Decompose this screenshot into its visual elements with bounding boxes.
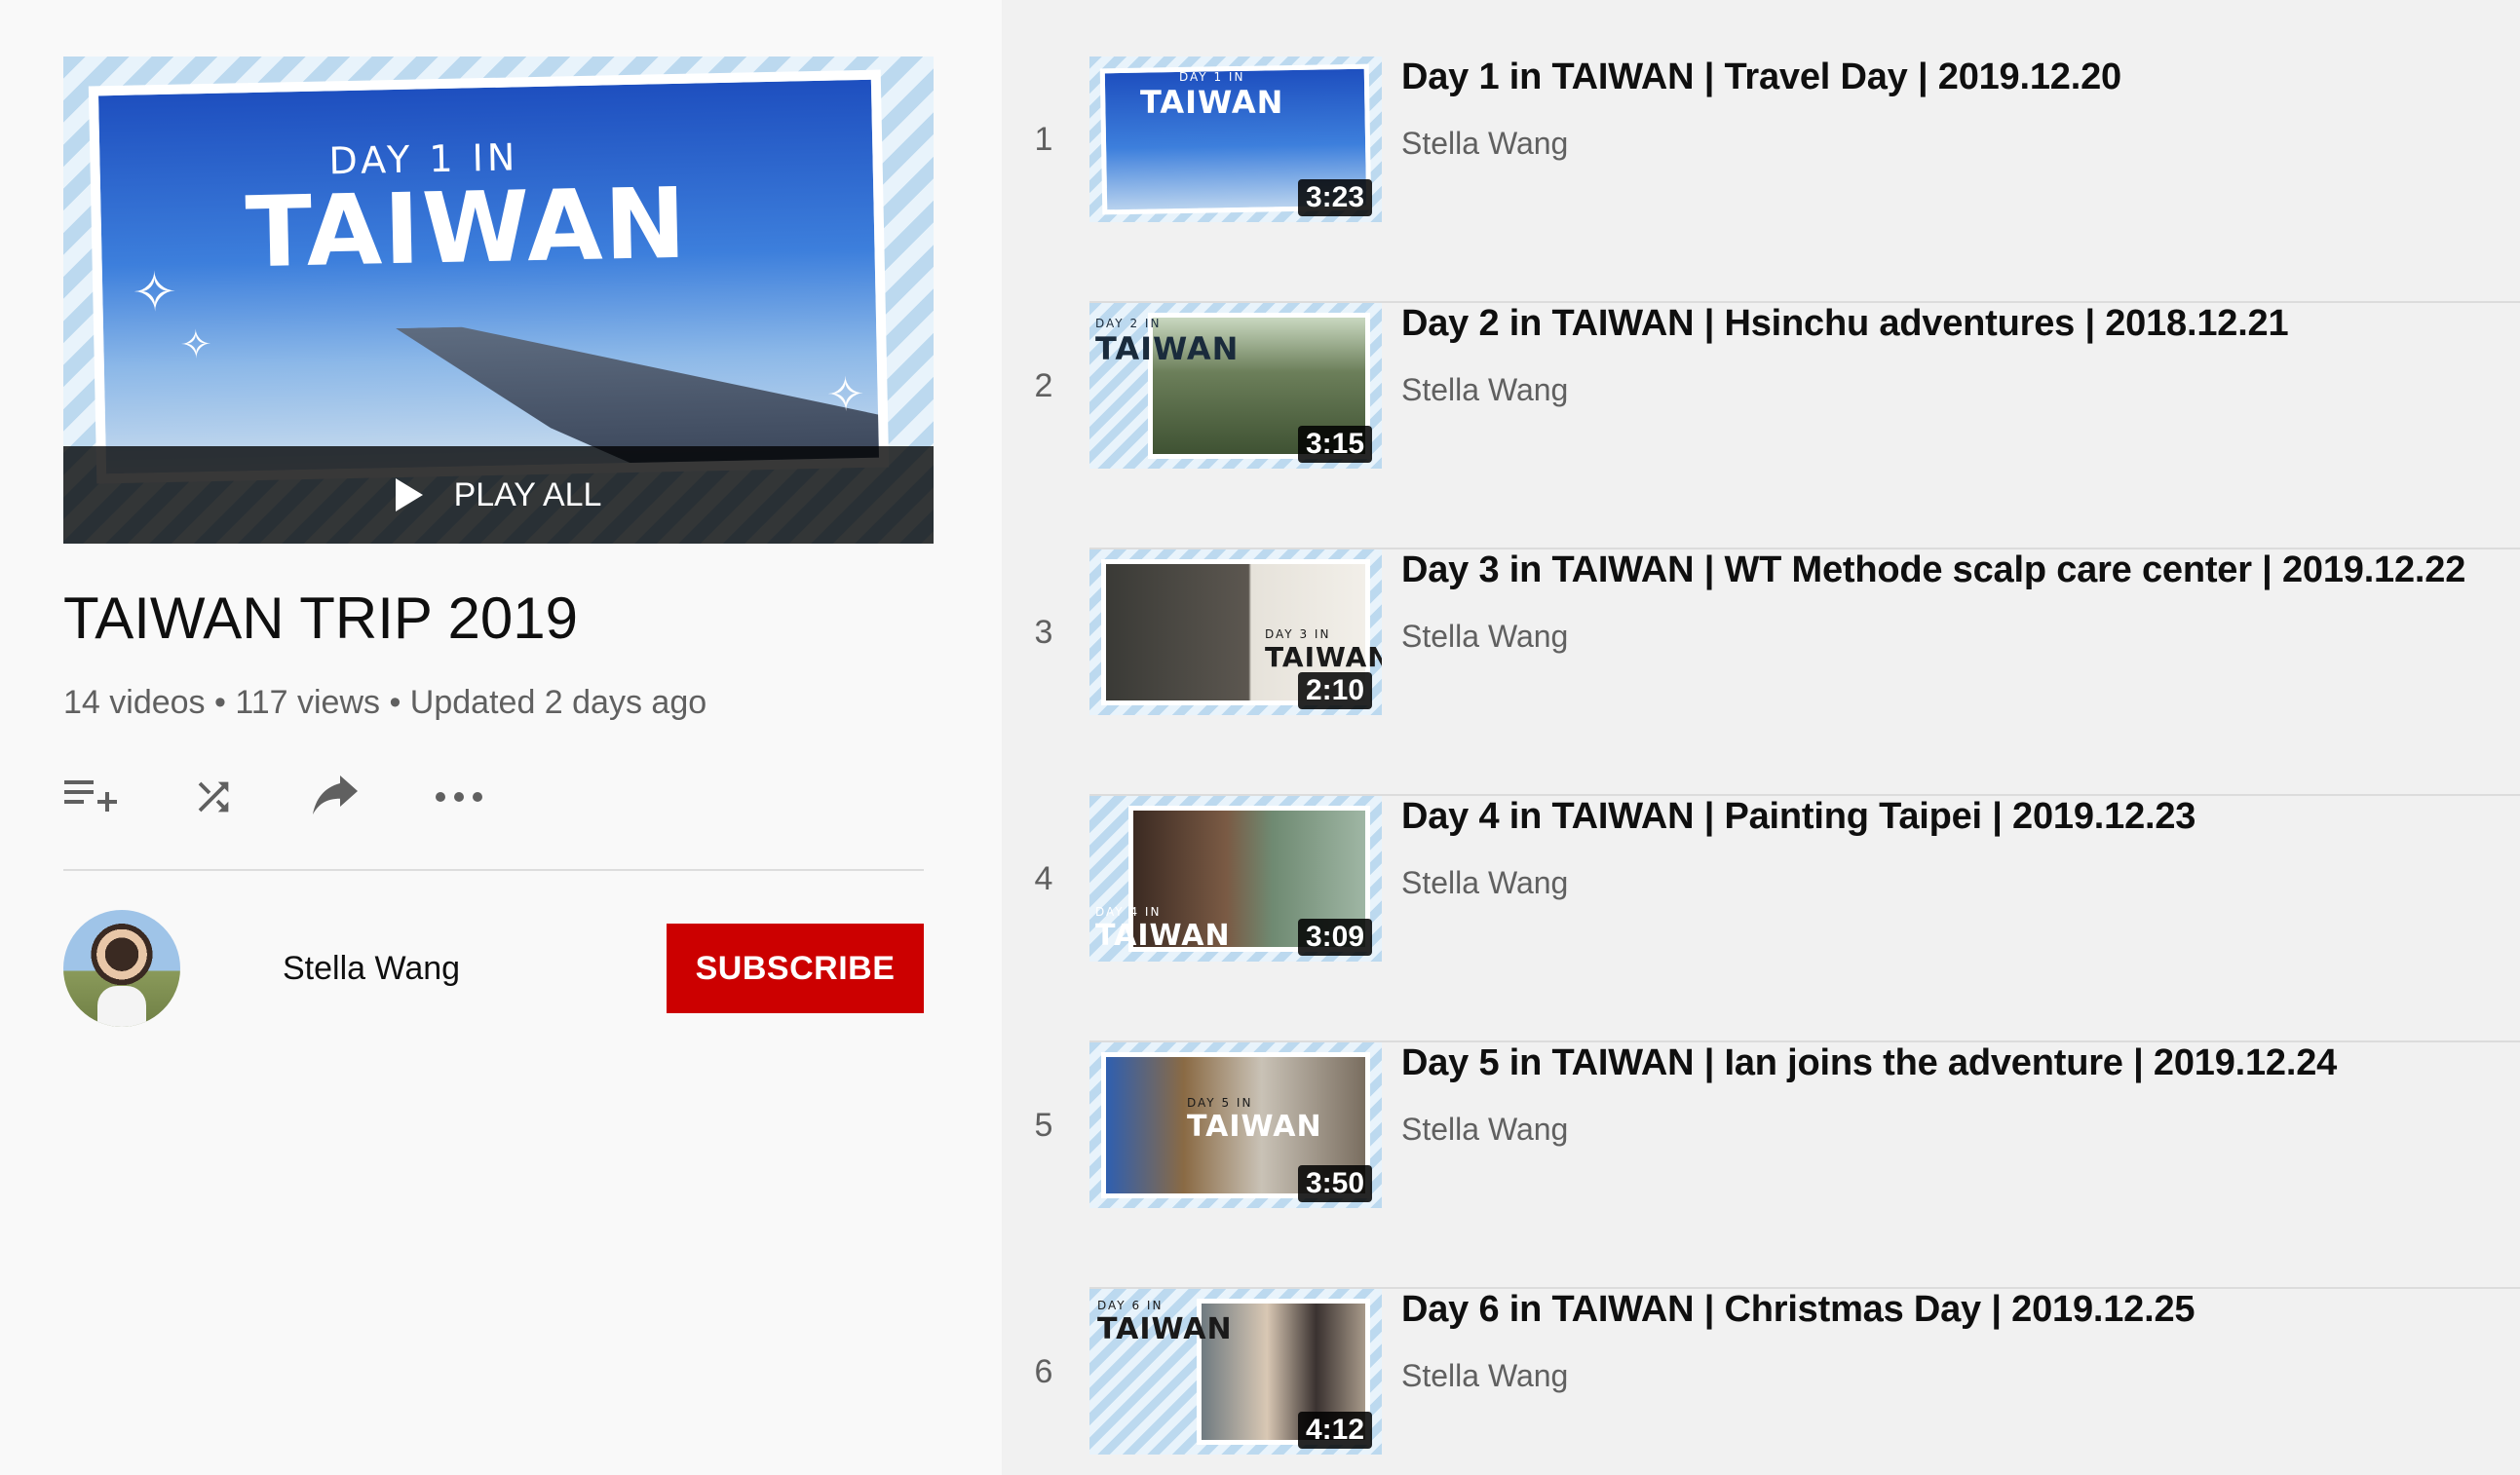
video-thumbnail[interactable]: DAY 1 IN TAIWAN 3:23 [1089, 57, 1382, 222]
video-duration: 3:15 [1297, 426, 1372, 463]
video-thumbnail[interactable]: DAY 5 IN TAIWAN 3:50 [1089, 1042, 1382, 1208]
list-item[interactable]: 6 DAY 6 IN TAIWAN 4:12 Day 6 in TAIWAN |… [1002, 1289, 2520, 1475]
video-channel[interactable]: Stella Wang [1401, 372, 1568, 408]
playlist-owner: Stella Wang SUBSCRIBE [63, 909, 924, 1028]
video-index: 4 [1034, 859, 1053, 897]
thumbnail-day-label: DAY 2 IN [1095, 317, 1162, 330]
shuffle-button[interactable] [186, 770, 241, 824]
video-index: 1 [1034, 120, 1053, 158]
playlist-stats: 14 videos • 117 views • Updated 2 days a… [63, 684, 707, 721]
playlist-thumbnail[interactable]: DAY 1 IN TAIWAN ✧ ✧ ✧ PLAY ALL [63, 57, 934, 544]
share-icon [313, 775, 358, 814]
thumbnail-title: TAIWAN [1140, 84, 1284, 121]
thumbnail-image: DAY 1 IN TAIWAN ✧ ✧ ✧ [88, 69, 890, 484]
video-title[interactable]: Day 5 in TAIWAN | Ian joins the adventur… [1401, 1042, 2337, 1084]
video-title[interactable]: Day 4 in TAIWAN | Painting Taipei | 2019… [1401, 796, 2195, 838]
video-index: 2 [1034, 366, 1053, 404]
thumbnail-caption: DAY 4 IN TAIWAN [1095, 905, 1231, 953]
list-item[interactable]: 1 DAY 1 IN TAIWAN 3:23 Day 1 in TAIWAN |… [1002, 57, 2520, 303]
list-item[interactable]: 4 DAY 4 IN TAIWAN 3:09 Day 4 in TAIWAN |… [1002, 796, 2520, 1042]
thumbnail-day-label: DAY 6 IN [1097, 1299, 1164, 1312]
video-duration: 4:12 [1297, 1412, 1372, 1449]
sparkle-icon: ✧ [131, 260, 178, 323]
list-item[interactable]: 2 DAY 2 IN TAIWAN 3:15 Day 2 in TAIWAN |… [1002, 303, 2520, 549]
thumbnail-caption: DAY 6 IN TAIWAN [1097, 1299, 1233, 1346]
video-index: 3 [1034, 613, 1053, 651]
video-index: 5 [1034, 1106, 1053, 1144]
shuffle-icon [198, 781, 229, 813]
play-icon [395, 478, 423, 511]
video-thumbnail[interactable]: DAY 4 IN TAIWAN 3:09 [1089, 796, 1382, 962]
sparkle-icon: ✧ [178, 322, 213, 367]
owner-name[interactable]: Stella Wang [283, 950, 667, 988]
list-item[interactable]: 5 DAY 5 IN TAIWAN 3:50 Day 5 in TAIWAN |… [1002, 1042, 2520, 1289]
add-to-queue-button[interactable] [63, 770, 118, 824]
playlist-video-list: 1 DAY 1 IN TAIWAN 3:23 Day 1 in TAIWAN |… [1002, 0, 2520, 1475]
more-icon [436, 792, 482, 802]
thumbnail-caption: DAY 2 IN TAIWAN [1095, 317, 1239, 367]
thumbnail-day-label: DAY 3 IN [1265, 627, 1331, 641]
playlist-actions [63, 770, 486, 824]
thumbnail-title: TAIWAN [1265, 641, 1382, 673]
thumbnail-title: TAIWAN [1095, 919, 1231, 953]
more-options-button[interactable] [432, 770, 486, 824]
video-channel[interactable]: Stella Wang [1401, 126, 1568, 162]
thumbnail-caption: DAY 5 IN TAIWAN [1187, 1096, 1322, 1144]
play-all-button[interactable]: PLAY ALL [63, 446, 934, 544]
video-thumbnail[interactable]: DAY 2 IN TAIWAN 3:15 [1089, 303, 1382, 469]
thumbnail-title: TAIWAN [1095, 330, 1240, 367]
video-duration: 2:10 [1297, 672, 1372, 709]
video-title[interactable]: Day 2 in TAIWAN | Hsinchu adventures | 2… [1401, 303, 2289, 345]
thumbnail-day-label: DAY 1 IN [1179, 70, 1245, 84]
sparkle-icon: ✧ [825, 368, 866, 422]
video-title[interactable]: Day 6 in TAIWAN | Christmas Day | 2019.1… [1401, 1289, 2195, 1331]
thumbnail-day-label: DAY 5 IN [1187, 1096, 1253, 1110]
thumbnail-caption: DAY 3 IN TAIWAN [1265, 627, 1382, 673]
avatar[interactable] [63, 910, 180, 1027]
video-duration: 3:50 [1297, 1165, 1372, 1202]
video-duration: 3:23 [1297, 179, 1372, 216]
video-thumbnail[interactable]: DAY 3 IN TAIWAN 2:10 [1089, 549, 1382, 715]
video-duration: 3:09 [1297, 919, 1372, 956]
playlist-sidebar: DAY 1 IN TAIWAN ✧ ✧ ✧ PLAY ALL TAIWAN TR… [0, 0, 1002, 1475]
thumbnail-title: TAIWAN [1097, 1312, 1233, 1346]
playlist-title[interactable]: TAIWAN TRIP 2019 [63, 585, 578, 652]
thumbnail-title: TAIWAN [1187, 1110, 1322, 1144]
video-thumbnail[interactable]: DAY 6 IN TAIWAN 4:12 [1089, 1289, 1382, 1455]
add-to-queue-icon [64, 780, 117, 812]
play-all-label: PLAY ALL [453, 475, 602, 513]
divider [63, 869, 924, 871]
thumbnail-day-label: DAY 4 IN [1095, 905, 1162, 919]
video-channel[interactable]: Stella Wang [1401, 619, 1568, 655]
video-channel[interactable]: Stella Wang [1401, 1358, 1568, 1394]
video-channel[interactable]: Stella Wang [1401, 865, 1568, 901]
thumbnail-title: TAIWAN [244, 166, 690, 290]
video-channel[interactable]: Stella Wang [1401, 1112, 1568, 1148]
video-index: 6 [1034, 1352, 1053, 1390]
video-title[interactable]: Day 3 in TAIWAN | WT Methode scalp care … [1401, 549, 2465, 591]
list-item[interactable]: 3 DAY 3 IN TAIWAN 2:10 Day 3 in TAIWAN |… [1002, 549, 2520, 796]
share-button[interactable] [309, 770, 363, 824]
video-title[interactable]: Day 1 in TAIWAN | Travel Day | 2019.12.2… [1401, 57, 2121, 98]
thumbnail-caption: DAY 1 IN TAIWAN [1140, 70, 1283, 121]
subscribe-button[interactable]: SUBSCRIBE [667, 924, 924, 1013]
